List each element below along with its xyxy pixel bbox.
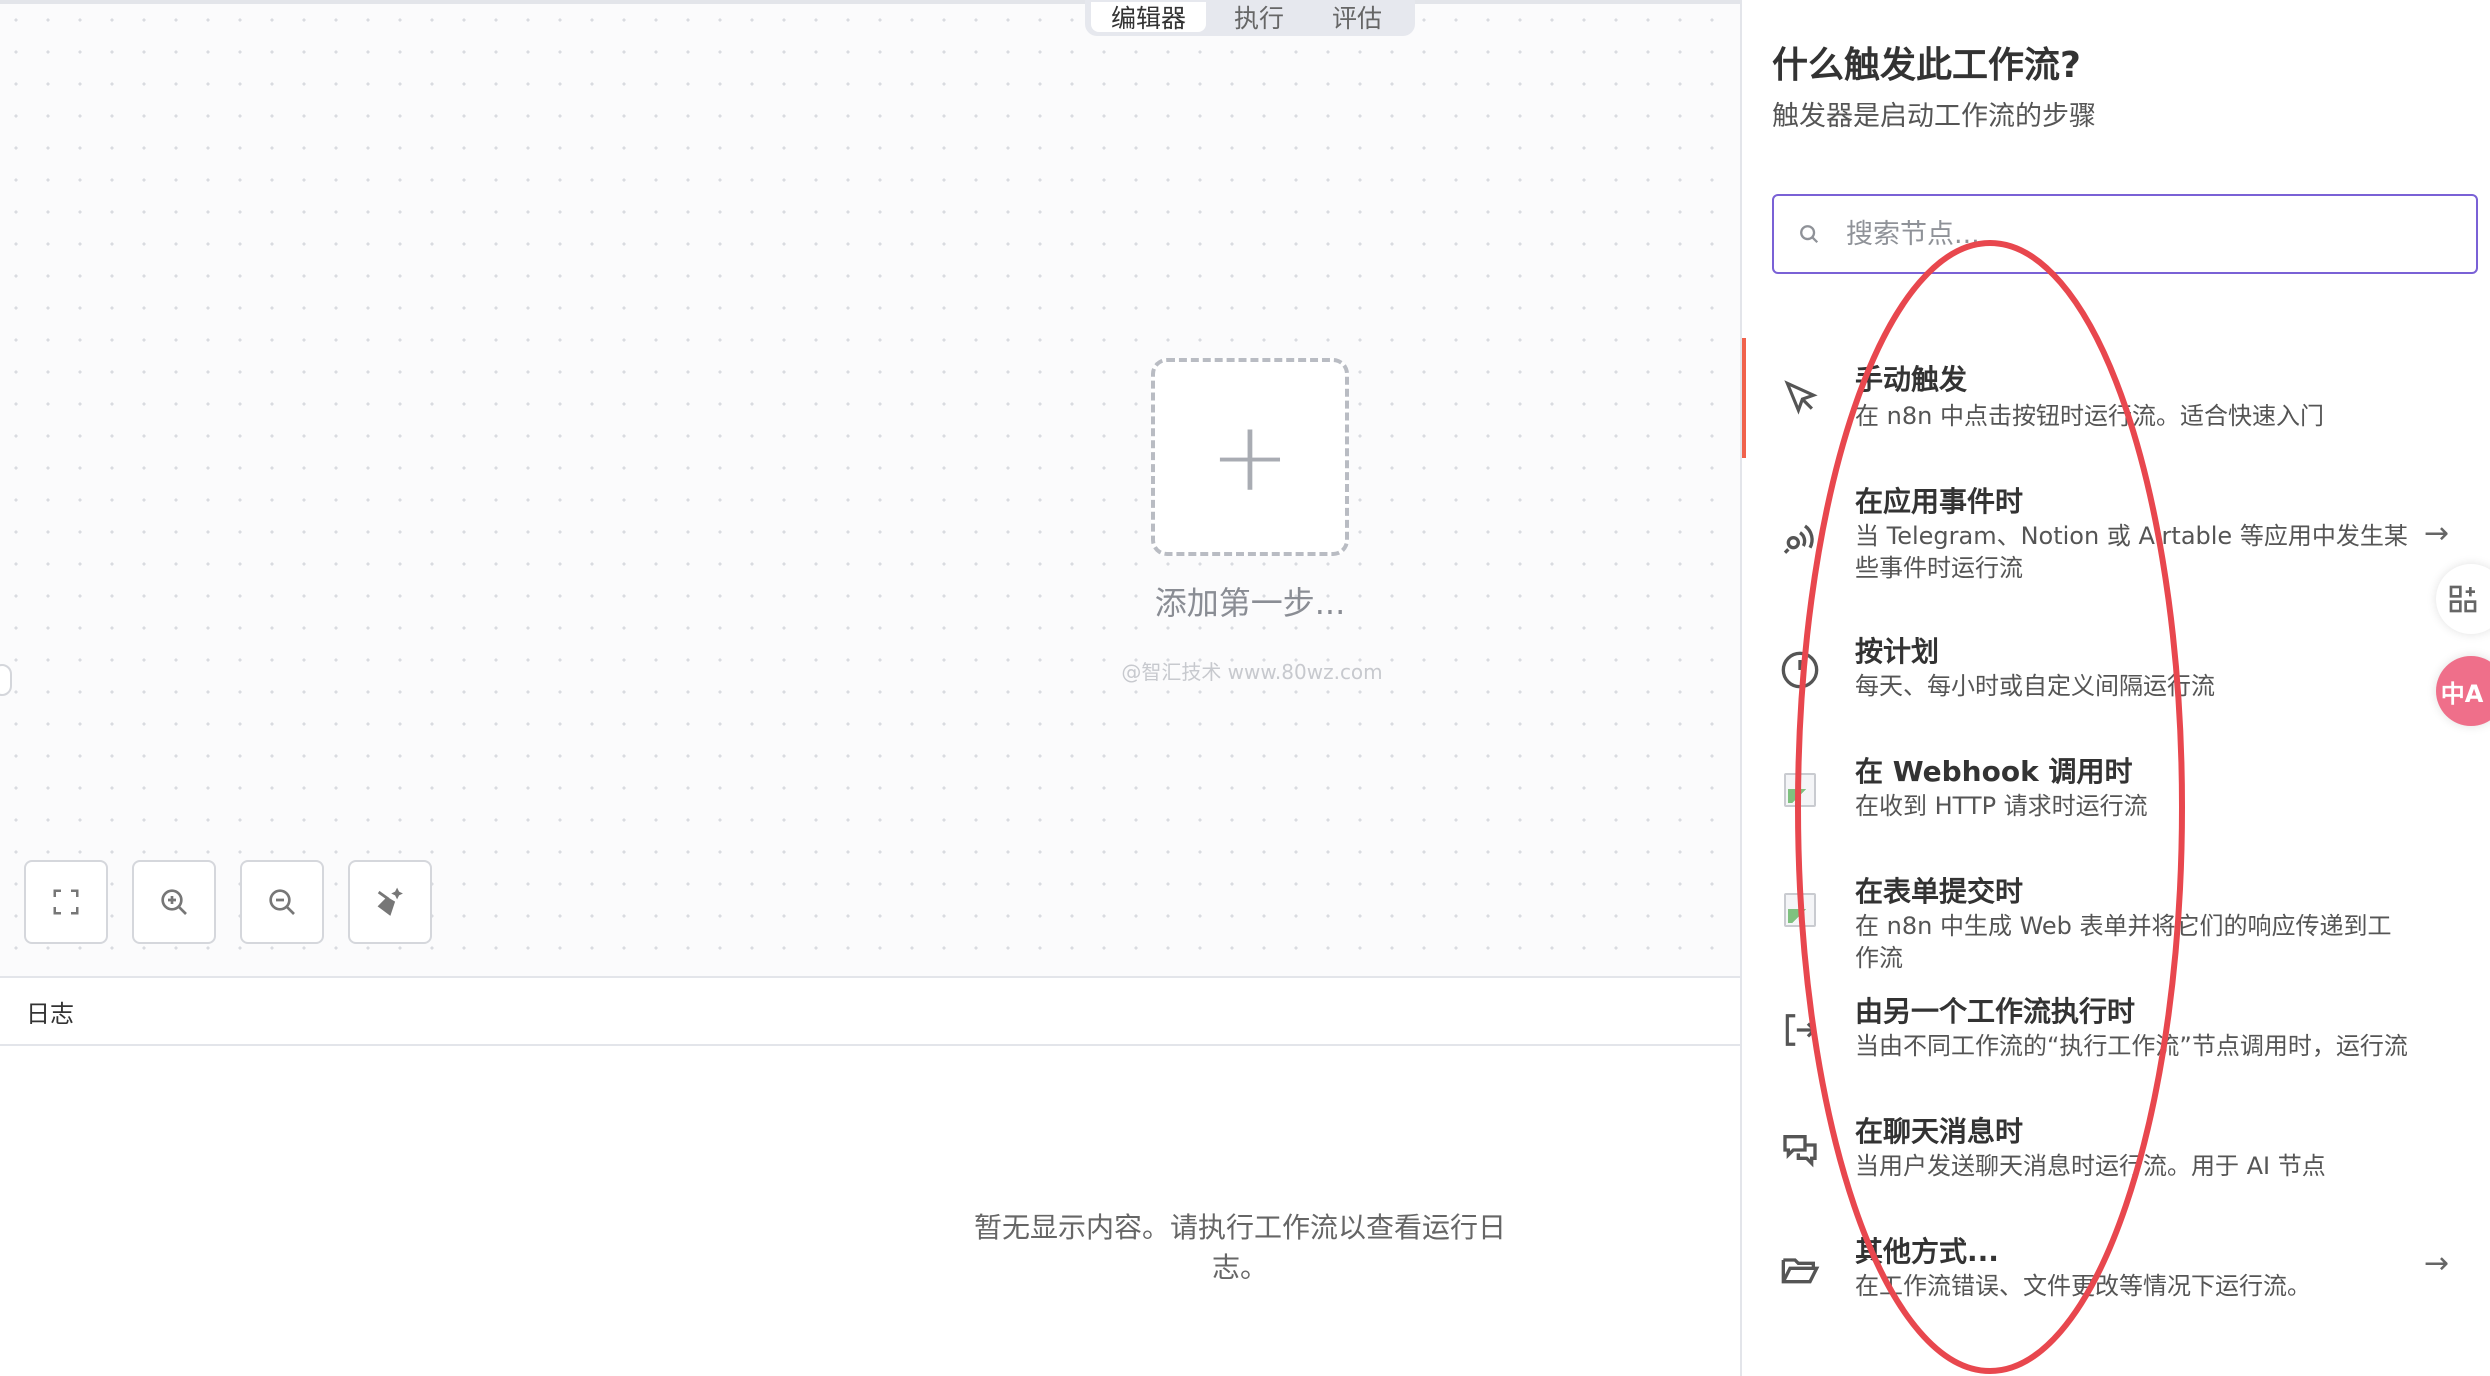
trigger-item-schedule[interactable]: 按计划 每天、每小时或自定义间隔运行流 xyxy=(1742,618,2490,738)
trigger-item-sub-workflow[interactable]: 由另一个工作流执行时 当由不同工作流的“执行工作流”节点调用时，运行流 xyxy=(1742,978,2490,1098)
tab-label: 评估 xyxy=(1332,4,1383,32)
tab-evaluations[interactable]: 评估 xyxy=(1312,2,1402,32)
trigger-item-desc: 当 Telegram、Notion 或 Airtable 等应用中发生某些事件时… xyxy=(1855,522,2408,582)
logs-header[interactable]: 日志 xyxy=(0,978,1740,1044)
trigger-panel: 什么触发此工作流? 触发器是启动工作流的步骤 手动触发 在 n8n 中点击按钮时… xyxy=(1740,0,2490,1376)
zoom-in-icon xyxy=(161,889,187,915)
trigger-item-app-event[interactable]: 在应用事件时 当 Telegram、Notion 或 Airtable 等应用中… xyxy=(1742,458,2490,582)
trigger-item-desc: 当由不同工作流的“执行工作流”节点调用时，运行流 xyxy=(1855,1032,2408,1060)
trigger-item-title: 手动触发 xyxy=(1855,363,1968,396)
trigger-item-title: 按计划 xyxy=(1855,635,1940,668)
tab-editor[interactable]: 编辑器 xyxy=(1091,2,1207,32)
search-icon xyxy=(1800,225,1819,244)
broom-icon xyxy=(377,887,403,916)
app-root: 编辑器 执行 评估 + 添加第一步... @智汇技术 www.80wz.com … xyxy=(0,0,2490,1376)
tab-label: 编辑器 xyxy=(1111,4,1187,32)
canvas-edge-handle[interactable] xyxy=(0,664,12,696)
tidy-up-button[interactable] xyxy=(348,860,432,944)
trigger-item-desc: 在工作流错误、文件更改等情况下运行流。 xyxy=(1855,1272,2311,1300)
apps-icon xyxy=(2449,585,2477,613)
trigger-item-webhook[interactable]: 在 Webhook 调用时 在收到 HTTP 请求时运行流 xyxy=(1742,738,2490,858)
zoom-out-button[interactable] xyxy=(240,860,324,944)
trigger-item-desc: 在 n8n 中生成 Web 表单并将它们的响应传递到工作流 xyxy=(1855,912,2392,972)
image-placeholder-icon xyxy=(1778,888,1822,932)
trigger-item-other[interactable]: 其他方式... 在工作流错误、文件更改等情况下运行流。 → xyxy=(1742,1218,2490,1338)
fullscreen-icon xyxy=(53,889,79,915)
watermark: @智汇技术 www.80wz.com xyxy=(1121,660,1383,684)
panel-subtitle: 触发器是启动工作流的步骤 xyxy=(1772,101,2096,132)
trigger-item-desc: 在收到 HTTP 请求时运行流 xyxy=(1855,792,2148,820)
app-event-icon xyxy=(1778,514,1822,558)
logs-title: 日志 xyxy=(26,999,74,1028)
fit-view-button[interactable] xyxy=(24,860,108,944)
chat-icon xyxy=(1778,1128,1822,1172)
trigger-item-desc: 当用户发送聊天消息时运行流。用于 AI 节点 xyxy=(1855,1152,2326,1180)
add-first-step-button[interactable]: + xyxy=(1151,358,1349,556)
image-placeholder-icon xyxy=(1778,768,1822,812)
workflow-canvas[interactable] xyxy=(0,4,1740,976)
zoom-in-button[interactable] xyxy=(132,860,216,944)
zoom-out-icon xyxy=(269,889,295,915)
trigger-item-title: 在 Webhook 调用时 xyxy=(1855,755,2133,788)
search-input[interactable] xyxy=(1844,217,2444,251)
add-first-step-label: 添加第一步... xyxy=(1154,584,1346,622)
trigger-item-manual[interactable]: 手动触发 在 n8n 中点击按钮时运行流。适合快速入门 xyxy=(1742,338,2490,458)
trigger-item-title: 由另一个工作流执行时 xyxy=(1855,995,2136,1028)
trigger-item-title: 其他方式... xyxy=(1855,1235,1999,1268)
sign-in-icon xyxy=(1778,1008,1822,1052)
search-box[interactable] xyxy=(1772,194,2478,274)
trigger-item-desc: 每天、每小时或自定义间隔运行流 xyxy=(1855,672,2215,700)
cursor-icon xyxy=(1778,374,1822,418)
translate-icon: 中A xyxy=(2440,679,2484,708)
trigger-item-title: 在应用事件时 xyxy=(1855,485,2024,518)
arrow-right-icon: → xyxy=(2424,516,2450,551)
trigger-item-desc: 在 n8n 中点击按钮时运行流。适合快速入门 xyxy=(1855,402,2324,430)
panel-title: 什么触发此工作流? xyxy=(1772,45,2081,86)
folder-open-icon xyxy=(1778,1248,1822,1292)
logs-empty-line: 暂无显示内容。请执行工作流以查看运行日 xyxy=(973,1211,1506,1244)
arrow-right-icon: → xyxy=(2424,1246,2450,1281)
logs-empty-line: 志。 xyxy=(1211,1251,1268,1284)
logs-empty-message: 暂无显示内容。请执行工作流以查看运行日 志。 xyxy=(960,1208,1520,1288)
trigger-item-title: 在聊天消息时 xyxy=(1855,1115,2024,1148)
clock-icon xyxy=(1778,648,1822,692)
tab-label: 执行 xyxy=(1234,4,1285,32)
trigger-item-form[interactable]: 在表单提交时 在 n8n 中生成 Web 表单并将它们的响应传递到工作流 xyxy=(1742,858,2490,978)
view-tabs: 编辑器 执行 评估 xyxy=(1085,0,1415,36)
plus-icon: + xyxy=(1209,401,1291,513)
trigger-item-chat[interactable]: 在聊天消息时 当用户发送聊天消息时运行流。用于 AI 节点 xyxy=(1742,1098,2490,1218)
trigger-item-title: 在表单提交时 xyxy=(1855,875,2024,908)
tab-executions[interactable]: 执行 xyxy=(1214,2,1304,32)
